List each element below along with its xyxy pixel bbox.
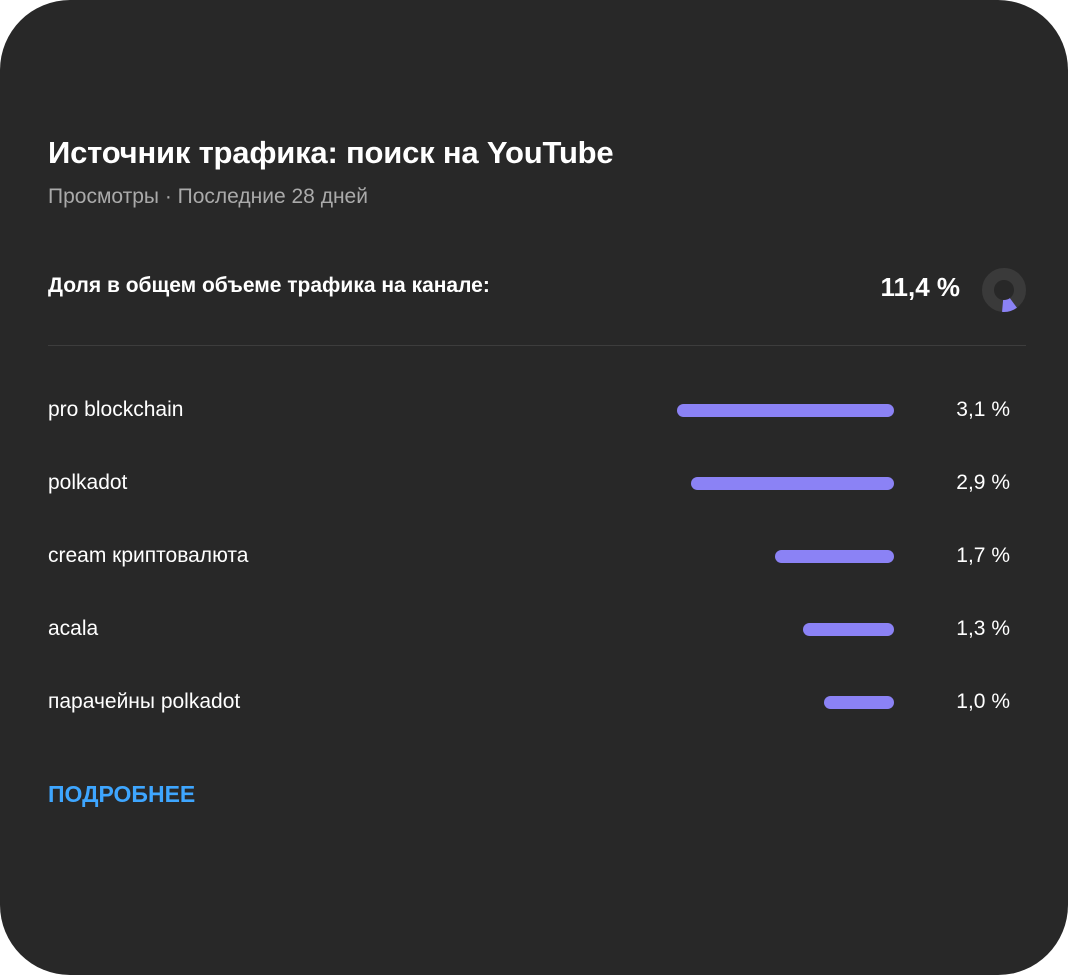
row-label: парачейны polkadot: [48, 690, 241, 713]
list-item: polkadot 2,9 %: [48, 463, 1026, 503]
row-label: acala: [48, 617, 99, 640]
row-label: pro blockchain: [48, 398, 184, 421]
list-item: pro blockchain 3,1 %: [48, 390, 1026, 430]
row-bar: [803, 623, 894, 636]
list-item: cream криптовалюта 1,7 %: [48, 536, 1026, 576]
row-value: 1,0 %: [956, 690, 1010, 713]
traffic-source-card: Источник трафика: поиск на YouTube Просм…: [0, 0, 1068, 975]
card-subtitle: Просмотры · Последние 28 дней: [48, 185, 368, 208]
list-item: acala 1,3 %: [48, 609, 1026, 649]
row-label: polkadot: [48, 471, 128, 494]
share-value: 11,4 %: [880, 272, 960, 302]
more-details-link[interactable]: ПОДРОБНЕЕ: [48, 781, 195, 808]
row-value: 1,7 %: [956, 544, 1010, 567]
card-title: Источник трафика: поиск на YouTube: [48, 135, 614, 170]
row-value: 3,1 %: [956, 398, 1010, 421]
row-label: cream криптовалюта: [48, 544, 249, 567]
row-bar: [775, 550, 894, 563]
list-item: парачейны polkadot 1,0 %: [48, 682, 1026, 722]
row-value: 1,3 %: [956, 617, 1010, 640]
donut-chart-icon: [982, 268, 1026, 312]
divider: [48, 345, 1026, 346]
donut-share-arc: [1002, 297, 1017, 312]
row-value: 2,9 %: [956, 471, 1010, 494]
row-bar: [691, 477, 894, 490]
row-bar: [677, 404, 894, 417]
row-bar: [824, 696, 894, 709]
share-label: Доля в общем объеме трафика на канале:: [48, 274, 490, 297]
